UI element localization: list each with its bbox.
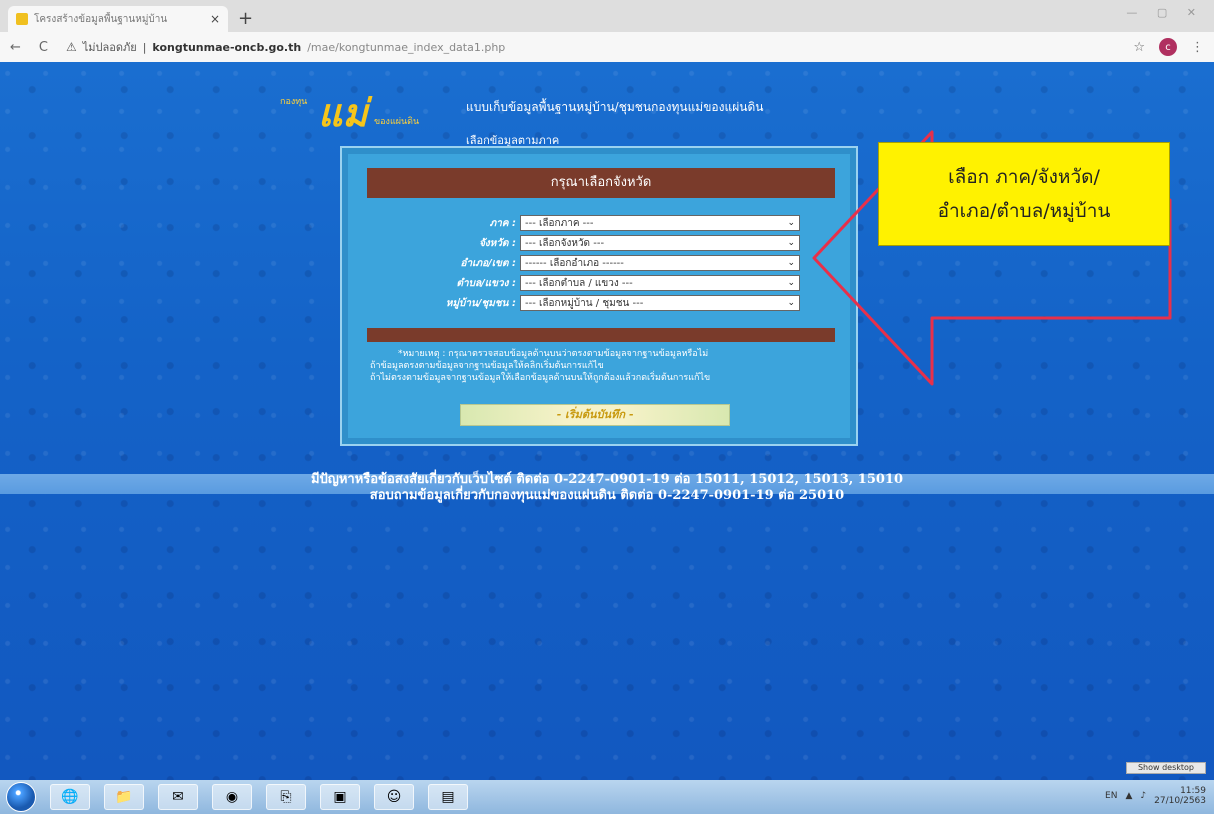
selection-panel: กรุณาเลือกจังหวัด ภาค : --- เลือกภาค ---… bbox=[340, 146, 858, 446]
province-label: จังหวัด : bbox=[479, 237, 516, 249]
clock-date: 27/10/2563 bbox=[1154, 796, 1206, 806]
district-label: อำเภอ/เขต : bbox=[460, 257, 516, 269]
line-taskbar-icon[interactable]: ☺ bbox=[374, 784, 414, 810]
contact-info: มีปัญหาหรือข้อสงสัยเกี่ยวกับเว็บไซต์ ติด… bbox=[0, 472, 1214, 504]
security-label: ไม่ปลอดภัย bbox=[82, 41, 137, 54]
site-header: กองทุน แม่ ของแผ่นดิน แบบเก็บข้อมูลพื้นฐ… bbox=[278, 84, 763, 147]
village-select-value: --- เลือกหมู่บ้าน / ชุมชน --- bbox=[525, 297, 644, 309]
site-logo: กองทุน แม่ ของแผ่นดิน bbox=[278, 84, 456, 140]
panel-title: กรุณาเลือกจังหวัด bbox=[367, 168, 835, 198]
system-tray: EN ▲ ♪ 11:59 27/10/2563 bbox=[1105, 786, 1206, 806]
subdistrict-select-value: --- เลือกตำบล / แขวง --- bbox=[525, 277, 633, 289]
site-favicon-icon bbox=[16, 13, 28, 25]
explorer-taskbar-icon[interactable]: 📁 bbox=[104, 784, 144, 810]
ie-taskbar-icon[interactable]: 🌐 bbox=[50, 784, 90, 810]
tab-title: โครงสร้างข้อมูลพื้นฐานหมู่บ้าน bbox=[34, 13, 168, 25]
contact-line-fund: สอบถามข้อมูลเกี่ยวกับกองทุนแม่ของแผ่นดิน… bbox=[369, 488, 845, 503]
clock[interactable]: 11:59 27/10/2563 bbox=[1154, 786, 1206, 806]
form-row-village: หมู่บ้าน/ชุมชน : --- เลือกหมู่บ้าน / ชุม… bbox=[342, 294, 860, 312]
address-bar-actions: ☆ c ⋮ bbox=[1133, 38, 1204, 56]
district-select[interactable]: ------ เลือกอำเภอ ------ ⌄ bbox=[520, 255, 800, 271]
region-select[interactable]: --- เลือกภาค --- ⌄ bbox=[520, 215, 800, 231]
url-path: /mae/kongtunmae_index_data1.php bbox=[307, 40, 506, 54]
show-desktop-tooltip: Show desktop bbox=[1126, 762, 1206, 774]
note-line: ถ้าไม่ตรงตามข้อมูลจากฐานข้อมูลให้เลือกข้… bbox=[370, 373, 711, 383]
warning-icon: ⚠ bbox=[65, 40, 77, 54]
form-row-subdistrict: ตำบล/แขวง : --- เลือกตำบล / แขวง --- ⌄ bbox=[342, 274, 860, 292]
region-select-value: --- เลือกภาค --- bbox=[525, 217, 594, 229]
logo-bottom-text: ของแผ่นดิน bbox=[374, 117, 420, 127]
url-field[interactable]: ⚠ ไม่ปลอดภัย | kongtunmae-oncb.go.th/mae… bbox=[66, 38, 505, 56]
chevron-down-icon: ⌄ bbox=[787, 258, 795, 268]
subdistrict-select[interactable]: --- เลือกตำบล / แขวง --- ⌄ bbox=[520, 275, 800, 291]
panel-note: *หมายเหตุ : กรุณาตรวจสอบข้อมูลด้านบนว่าต… bbox=[370, 348, 830, 384]
window-controls[interactable]: — ▢ ✕ bbox=[1126, 6, 1204, 19]
app-taskbar-icon[interactable]: ▣ bbox=[320, 784, 360, 810]
chevron-down-icon: ⌄ bbox=[787, 278, 795, 288]
volume-icon[interactable]: ♪ bbox=[1140, 791, 1146, 801]
network-icon[interactable]: ▲ bbox=[1125, 791, 1132, 801]
pdf-taskbar-icon[interactable]: ⎘ bbox=[266, 784, 306, 810]
window-taskbar-icon[interactable]: ▤ bbox=[428, 784, 468, 810]
reload-icon[interactable]: C bbox=[39, 40, 48, 55]
url-separator: | bbox=[142, 40, 147, 54]
new-tab-button[interactable]: + bbox=[238, 8, 253, 29]
os-taskbar: 🌐 📁 ✉ ◉ ⎘ ▣ ☺ ▤ EN ▲ ♪ 11:59 27/10/2563 bbox=[0, 780, 1214, 814]
clock-time: 11:59 bbox=[1180, 786, 1206, 796]
tab-close-icon[interactable]: × bbox=[210, 12, 220, 26]
profile-avatar[interactable]: c bbox=[1159, 38, 1177, 56]
browser-tab[interactable]: โครงสร้างข้อมูลพื้นฐานหมู่บ้าน × bbox=[8, 6, 228, 32]
district-select-value: ------ เลือกอำเภอ ------ bbox=[525, 257, 624, 269]
page-title: แบบเก็บข้อมูลพื้นฐานหมู่บ้าน/ชุมชนกองทุน… bbox=[466, 100, 764, 114]
callout-line: เลือก ภาค/จังหวัด/ bbox=[948, 166, 1100, 188]
address-bar: ← C ⚠ ไม่ปลอดภัย | kongtunmae-oncb.go.th… bbox=[0, 32, 1214, 62]
language-indicator[interactable]: EN bbox=[1105, 791, 1117, 801]
start-record-button[interactable]: - เริ่มต้นบันทึก - bbox=[460, 404, 730, 426]
start-button[interactable] bbox=[6, 782, 36, 812]
annotation-callout: เลือก ภาค/จังหวัด/ อำเภอ/ตำบล/หมู่บ้าน bbox=[878, 142, 1170, 246]
region-label: ภาค : bbox=[489, 217, 516, 229]
subdistrict-label: ตำบล/แขวง : bbox=[456, 277, 517, 289]
chevron-down-icon: ⌄ bbox=[787, 298, 795, 308]
contact-line-website: มีปัญหาหรือข้อสงสัยเกี่ยวกับเว็บไซต์ ติด… bbox=[310, 472, 904, 487]
url-host: kongtunmae-oncb.go.th bbox=[152, 40, 302, 54]
village-select[interactable]: --- เลือกหมู่บ้าน / ชุมชน --- ⌄ bbox=[520, 295, 800, 311]
province-select-value: --- เลือกจังหวัด --- bbox=[525, 237, 605, 249]
form-row-province: จังหวัด : --- เลือกจังหวัด --- ⌄ bbox=[342, 234, 860, 252]
callout-line: อำเภอ/ตำบล/หมู่บ้าน bbox=[937, 200, 1111, 222]
panel-divider-bar bbox=[367, 328, 835, 342]
browser-menu-icon[interactable]: ⋮ bbox=[1191, 40, 1204, 55]
back-arrow-icon[interactable]: ← bbox=[10, 40, 21, 55]
form-row-district: อำเภอ/เขต : ------ เลือกอำเภอ ------ ⌄ bbox=[342, 254, 860, 272]
province-select[interactable]: --- เลือกจังหวัด --- ⌄ bbox=[520, 235, 800, 251]
note-line: ถ้าข้อมูลตรงตามข้อมูลจากฐานข้อมูลให้คลิก… bbox=[370, 361, 604, 371]
outlook-taskbar-icon[interactable]: ✉ bbox=[158, 784, 198, 810]
chrome-taskbar-icon[interactable]: ◉ bbox=[212, 784, 252, 810]
browser-tabstrip: โครงสร้างข้อมูลพื้นฐานหมู่บ้าน × + — ▢ ✕ bbox=[0, 0, 1214, 32]
logo-top-text: กองทุน bbox=[280, 97, 308, 107]
note-line: *หมายเหตุ : กรุณาตรวจสอบข้อมูลด้านบนว่าต… bbox=[398, 349, 709, 359]
bookmark-star-icon[interactable]: ☆ bbox=[1133, 40, 1145, 55]
logo-main-text: แม่ bbox=[318, 90, 368, 135]
chevron-down-icon: ⌄ bbox=[787, 238, 795, 248]
village-label: หมู่บ้าน/ชุมชน : bbox=[445, 297, 516, 309]
form-row-region: ภาค : --- เลือกภาค --- ⌄ bbox=[342, 214, 860, 232]
chevron-down-icon: ⌄ bbox=[787, 218, 795, 228]
